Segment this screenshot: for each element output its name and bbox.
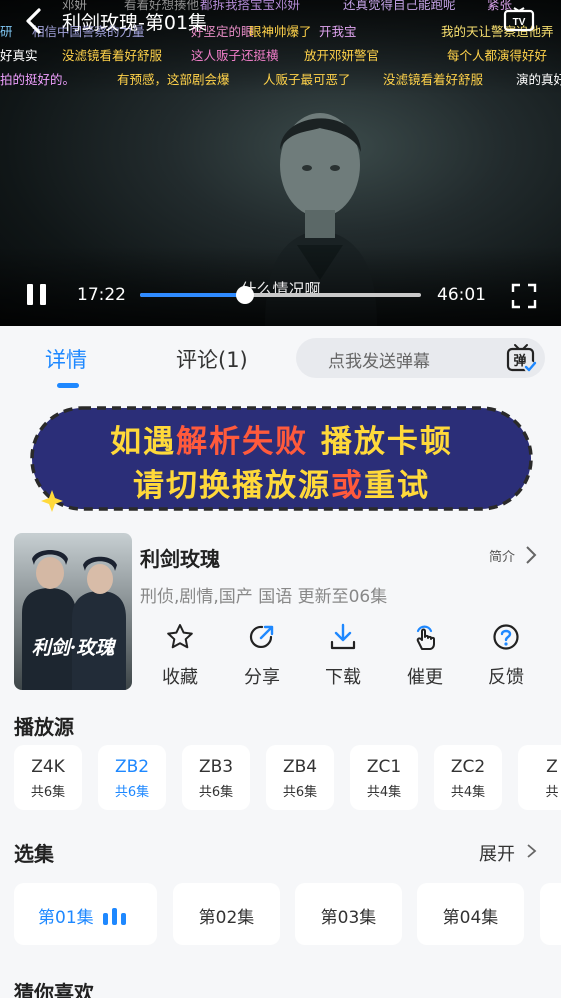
- notice-banner[interactable]: 如遇解析失败 播放卡顿 请切换播放源或重试: [28, 404, 535, 513]
- total-time: 46:01: [437, 285, 486, 305]
- pause-icon[interactable]: [24, 282, 50, 308]
- episodes-title: 选集: [14, 842, 54, 866]
- expand-link[interactable]: 展开: [479, 840, 515, 866]
- show-meta: 刑侦,剧情,国产 国语 更新至06集: [140, 587, 388, 607]
- episode-label: 第02集: [198, 908, 255, 928]
- danmaku-input[interactable]: 点我发送弹幕 弹: [296, 338, 545, 378]
- episode-card-peek[interactable]: [540, 883, 561, 945]
- source-code: ZB3: [198, 757, 234, 777]
- download-icon: [330, 623, 356, 650]
- tap-finger-icon: [416, 625, 435, 650]
- show-title: 利剑玫瑰: [140, 547, 220, 571]
- show-poster[interactable]: 利剑·玫瑰: [14, 533, 132, 690]
- danmaku-comment: 好真实: [0, 48, 38, 63]
- episode-option[interactable]: 第04集: [417, 883, 524, 945]
- source-code: Z4K: [31, 757, 65, 777]
- danmaku-comment: 没滤镜看着好舒服: [383, 72, 484, 87]
- share-icon: [249, 625, 274, 649]
- source-option[interactable]: ZC1 共4集: [350, 745, 418, 810]
- source-code: ZB4: [282, 757, 318, 777]
- source-option[interactable]: Z共: [518, 745, 561, 810]
- tv-cast-icon[interactable]: TV: [503, 7, 535, 33]
- danmaku-toggle-icon[interactable]: 弹: [505, 342, 537, 374]
- source-code: ZC1: [366, 757, 402, 777]
- source-episode-count: 共6集: [282, 785, 318, 800]
- tab-comments[interactable]: 评论(1): [176, 344, 248, 374]
- danmaku-comment: 眼神帅爆了: [249, 24, 312, 39]
- danmaku-comment: 我的天让警察追他弄: [441, 24, 554, 39]
- chevron-right-icon[interactable]: [526, 841, 538, 861]
- now-playing-icon: [103, 907, 131, 925]
- banner-line-1: 如遇解析失败 播放卡顿: [110, 424, 453, 460]
- episode-label: 第01集: [38, 908, 94, 928]
- source-episode-count: 共6集: [30, 785, 66, 800]
- favorite-label: 收藏: [162, 667, 198, 688]
- banner-line-2: 请切换播放源或重试: [133, 468, 430, 504]
- feedback-button[interactable]: 反馈: [471, 622, 541, 689]
- urge-update-button[interactable]: 催更: [390, 622, 460, 689]
- episode-label: 第04集: [442, 908, 499, 928]
- help-icon: [493, 624, 519, 650]
- active-tab-indicator: [57, 383, 79, 388]
- video-title: 利剑玫瑰-第01集: [62, 12, 208, 34]
- danmaku-comment: 开我宝: [319, 24, 357, 39]
- danmaku-input-placeholder: 点我发送弹幕: [328, 352, 430, 372]
- danmaku-comment: 都拆我搭宝宝邓妍: [200, 0, 301, 12]
- chevron-right-icon[interactable]: [524, 545, 538, 565]
- source-option[interactable]: Z4K 共6集: [14, 745, 82, 810]
- download-button[interactable]: 下载: [308, 622, 378, 689]
- fullscreen-icon[interactable]: [511, 283, 537, 309]
- danmaku-comment: 没滤镜看着好舒服: [62, 48, 163, 63]
- source-code: Z: [546, 757, 558, 777]
- source-code: ZC2: [450, 757, 486, 777]
- episode-label: 第03集: [320, 908, 377, 928]
- poster-title: 利剑·玫瑰: [31, 637, 115, 659]
- episode-option[interactable]: 第02集: [173, 883, 280, 945]
- danmaku-comment: 演的真好: [516, 72, 561, 87]
- danmaku-comment: 还真觉得自己能跑呢: [343, 0, 456, 12]
- urge-update-label: 催更: [407, 667, 443, 688]
- source-episode-count: 共6集: [198, 785, 234, 800]
- episode-option[interactable]: 第03集: [295, 883, 402, 945]
- svg-text:TV: TV: [513, 17, 526, 28]
- danmaku-comment: 放开邓妍警官: [304, 48, 380, 63]
- back-arrow-icon[interactable]: [20, 6, 50, 36]
- source-option[interactable]: ZB4 共6集: [266, 745, 334, 810]
- progress-slider[interactable]: [140, 286, 421, 304]
- progress-fill: [140, 293, 246, 297]
- share-button[interactable]: 分享: [227, 622, 297, 689]
- danmaku-comment: 人贩子最可恶了: [263, 72, 351, 87]
- tab-details[interactable]: 详情: [45, 344, 87, 374]
- recommend-title: 猜你喜欢: [14, 981, 94, 998]
- source-option[interactable]: ZB3 共6集: [182, 745, 250, 810]
- source-episode-count: 共6集: [114, 785, 150, 800]
- source-episode-count: 共4集: [450, 785, 486, 800]
- share-label: 分享: [244, 667, 280, 688]
- download-label: 下载: [325, 667, 361, 688]
- star-icon: [167, 624, 193, 649]
- feedback-label: 反馈: [488, 667, 524, 688]
- source-option[interactable]: ZC2 共4集: [434, 745, 502, 810]
- danmaku-comment: 每个人都演得好好: [447, 48, 548, 63]
- danmaku-comment: 拍的挺好的。: [0, 72, 76, 87]
- video-player[interactable]: 邓妍 看着好想揍他 都拆我搭宝宝邓妍 还真觉得自己能跑呢 紧张研相信中国警察的力量 好坚定…: [0, 0, 561, 326]
- intro-link[interactable]: 简介: [489, 546, 515, 565]
- source-option[interactable]: ZB2 共6集: [98, 745, 166, 810]
- episode-option[interactable]: 第01集: [14, 883, 157, 945]
- source-episode-count: 共: [545, 785, 559, 800]
- sources-title: 播放源: [14, 715, 74, 739]
- favorite-button[interactable]: 收藏: [145, 622, 215, 689]
- danmaku-comment: 有预感，这部剧会爆: [117, 72, 230, 87]
- danmaku-comment: 这人贩子还挺横: [191, 48, 279, 63]
- danmaku-comment: 研: [0, 24, 13, 39]
- current-time: 17:22: [77, 285, 126, 305]
- source-code: ZB2: [114, 757, 150, 777]
- source-episode-count: 共4集: [366, 785, 402, 800]
